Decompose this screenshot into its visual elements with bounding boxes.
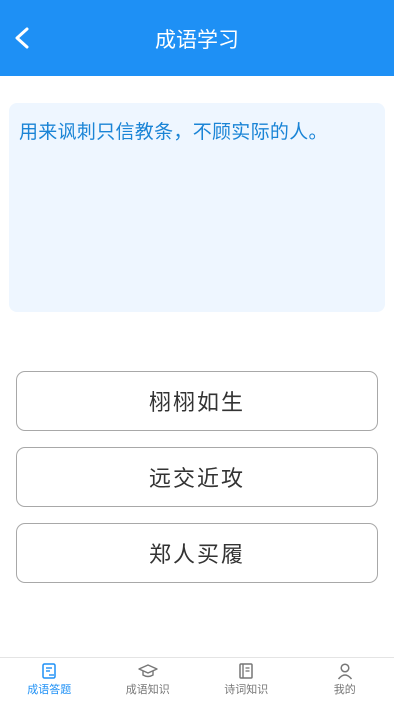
graduation-cap-icon <box>138 662 158 680</box>
quiz-icon <box>40 662 58 680</box>
tab-idiom-knowledge[interactable]: 成语知识 <box>99 658 198 701</box>
answer-option-3[interactable]: 郑人买履 <box>16 523 378 583</box>
tab-mine[interactable]: 我的 <box>296 658 394 701</box>
user-icon <box>336 662 354 680</box>
answer-option-2[interactable]: 远交近攻 <box>16 447 378 507</box>
tab-label-poetry-knowledge: 诗词知识 <box>224 681 268 697</box>
tab-poetry-knowledge[interactable]: 诗词知识 <box>197 658 296 701</box>
tab-idiom-quiz[interactable]: 成语答题 <box>0 658 99 701</box>
page-title: 成语学习 <box>0 0 394 76</box>
header-bar: 成语学习 <box>0 0 394 76</box>
tab-label-idiom-knowledge: 成语知识 <box>126 681 170 697</box>
book-icon <box>237 662 255 680</box>
question-text: 用来讽刺只信教条，不顾实际的人。 <box>19 117 375 147</box>
answer-option-1[interactable]: 栩栩如生 <box>16 371 378 431</box>
bottom-tab-bar: 成语答题 成语知识 诗词知识 我的 <box>0 657 394 701</box>
question-card: 用来讽刺只信教条，不顾实际的人。 <box>9 103 385 312</box>
tab-label-idiom-quiz: 成语答题 <box>27 681 71 697</box>
tab-label-mine: 我的 <box>334 681 356 697</box>
